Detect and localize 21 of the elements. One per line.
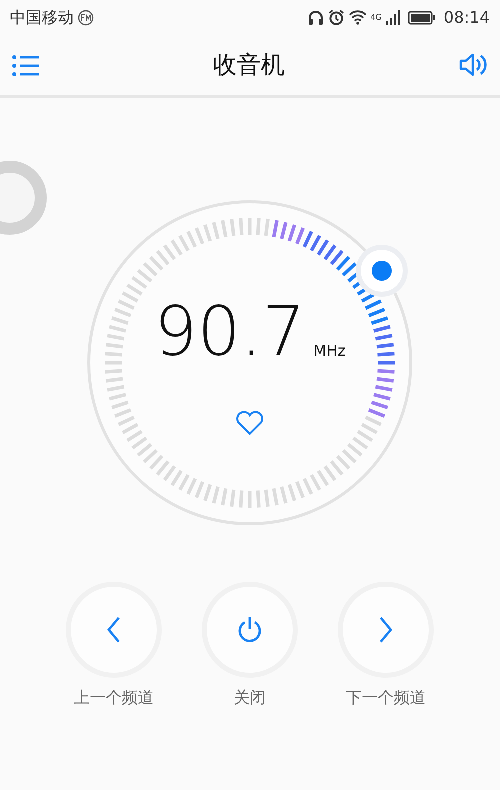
battery-icon	[408, 10, 436, 24]
button-label: 关闭	[234, 687, 266, 709]
page-title: 收音机	[213, 50, 285, 81]
radio-icon	[78, 10, 94, 26]
network-type: 4G	[370, 12, 382, 24]
carrier-name: 中国移动	[10, 6, 74, 28]
chevron-left-icon	[107, 616, 121, 644]
menu-icon	[12, 54, 40, 77]
signal-icon	[386, 10, 400, 25]
chevron-right-icon	[379, 616, 393, 644]
wifi-icon	[348, 10, 367, 25]
button-label: 下一个频道	[346, 687, 426, 709]
clock-time: 08:14	[444, 6, 490, 28]
alarm-icon	[328, 9, 345, 26]
button-label: 上一个频道	[74, 687, 154, 709]
speaker-icon	[458, 52, 488, 78]
frequency-value: 90.7	[154, 298, 306, 366]
frequency-unit: MHz	[314, 341, 346, 362]
headphones-icon	[308, 10, 324, 26]
favorite-button[interactable]	[235, 408, 265, 436]
heart-icon	[235, 408, 265, 436]
